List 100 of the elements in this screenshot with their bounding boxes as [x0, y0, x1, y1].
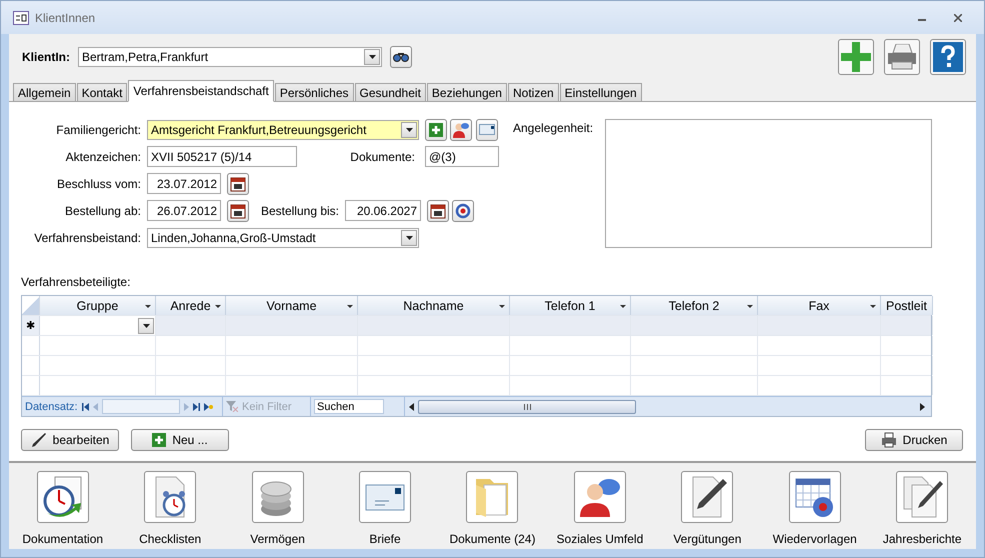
column-header[interactable]: Telefon 1 — [510, 296, 631, 315]
appointed-from-label: Bestellung ab: — [64, 204, 141, 218]
contact-button[interactable] — [450, 118, 472, 140]
appointed-until-field[interactable]: 20.06.2027 — [345, 200, 421, 221]
column-header[interactable]: Vorname — [226, 296, 358, 315]
client-label: KlientIn: — [22, 50, 70, 64]
tab[interactable]: Persönliches — [274, 83, 354, 102]
dropdown-arrow-icon — [368, 55, 376, 59]
edit-button[interactable]: bearbeiten — [21, 429, 119, 451]
sort-arrow-icon — [620, 305, 626, 308]
column-header[interactable]: Fax — [758, 296, 881, 315]
shortcut-label[interactable]: Briefe — [369, 532, 401, 546]
tab[interactable]: Kontakt — [76, 83, 128, 102]
new-button[interactable]: Neu ... — [131, 429, 229, 451]
shortcut-button[interactable] — [788, 471, 841, 523]
filter-icon — [226, 401, 238, 412]
court-label: Familiengericht: — [55, 122, 141, 136]
help-button[interactable] — [930, 39, 966, 75]
form-icon — [13, 10, 29, 24]
calendar-button[interactable] — [427, 200, 449, 222]
shortcut-label[interactable]: Dokumente (24) — [449, 532, 536, 546]
shortcut-button[interactable] — [36, 471, 89, 523]
calendar-button[interactable] — [227, 200, 249, 222]
tab[interactable]: Notizen — [508, 83, 559, 102]
last-record-icon[interactable] — [192, 402, 200, 410]
column-header[interactable]: Telefon 2 — [631, 296, 758, 315]
shortcut-label[interactable]: Dokumentation — [22, 532, 104, 546]
column-header[interactable]: Nachname — [358, 296, 510, 315]
plus-icon — [429, 122, 443, 136]
scroll-left-icon[interactable] — [409, 402, 414, 410]
documents-field[interactable]: @(3) — [425, 146, 499, 167]
column-header[interactable]: Anrede — [156, 296, 226, 315]
sort-arrow-icon — [215, 305, 221, 308]
shortcut-label[interactable]: Jahresberichte — [882, 532, 962, 546]
tab[interactable]: Verfahrensbeistandschaft — [128, 80, 274, 102]
sort-arrow-icon — [870, 305, 876, 308]
shortcut-label[interactable]: Checklisten — [139, 532, 202, 546]
shortcut-button[interactable] — [681, 471, 734, 523]
dropdown-button[interactable] — [364, 49, 380, 65]
file-number-field[interactable]: XVII 505217 (5)/14 — [147, 146, 297, 167]
envelope-icon — [479, 124, 495, 135]
file-number-label: Aktenzeichen: — [64, 150, 141, 164]
print-button[interactable]: Drucken — [865, 429, 963, 451]
person-icon — [453, 122, 469, 138]
shortcut-label[interactable]: Soziales Umfeld — [556, 532, 644, 546]
grip-icon — [524, 404, 530, 410]
sort-arrow-icon — [747, 305, 753, 308]
guardian-combo[interactable]: Linden,Johanna,Groß-Umstadt — [147, 228, 419, 248]
calendar-icon — [430, 202, 446, 218]
letter-button[interactable] — [476, 118, 498, 140]
record-label: Datensatz: — [25, 400, 78, 412]
column-header[interactable]: Postleit — [881, 296, 933, 315]
plus-icon — [152, 433, 166, 447]
printer-icon — [887, 44, 917, 70]
sort-arrow-icon — [347, 305, 353, 308]
decision-date-label: Beschluss vom: — [56, 176, 141, 190]
shortcut-button[interactable] — [144, 471, 196, 523]
renew-button[interactable] — [452, 200, 474, 222]
search-field[interactable]: Suchen — [314, 399, 384, 414]
calendar-icon — [230, 176, 246, 192]
court-combo[interactable]: Amtsgericht Frankfurt,Betreuungsgericht — [147, 120, 419, 140]
shortcut-label[interactable]: Vergütungen — [673, 532, 742, 546]
tab[interactable]: Gesundheit — [354, 83, 426, 102]
shortcut-label[interactable]: Vermögen — [250, 532, 305, 546]
dropdown-arrow-icon — [406, 128, 412, 132]
appointed-until-label: Bestellung bis: — [260, 204, 339, 218]
calendar-icon — [230, 202, 246, 218]
add-court-button[interactable] — [425, 118, 447, 140]
record-number-field[interactable] — [102, 399, 180, 414]
close-icon[interactable] — [954, 14, 962, 22]
matter-label: Angelegenheit: — [513, 121, 594, 137]
client-combo[interactable]: Bertram,Petra,Frankfurt — [78, 47, 382, 67]
calendar-button[interactable] — [227, 172, 249, 194]
scroll-thumb[interactable] — [418, 400, 636, 414]
dropdown-button[interactable] — [401, 230, 417, 246]
tab[interactable]: Beziehungen — [426, 83, 507, 102]
decision-date-field[interactable]: 23.07.2012 — [147, 173, 221, 194]
pencil-icon — [30, 432, 47, 448]
new-record-marker: ✱ — [26, 319, 35, 332]
shortcut-button[interactable] — [574, 471, 626, 523]
find-button[interactable] — [390, 46, 412, 68]
shortcut-button[interactable] — [896, 471, 948, 523]
printer-icon — [880, 432, 897, 448]
first-record-icon[interactable] — [82, 402, 89, 410]
tab[interactable]: Einstellungen — [560, 83, 642, 102]
print-button[interactable] — [884, 39, 920, 75]
dropdown-button[interactable] — [138, 318, 154, 334]
dropdown-arrow-icon — [142, 324, 150, 328]
scroll-right-icon[interactable] — [920, 402, 925, 410]
column-header[interactable]: Gruppe — [40, 296, 156, 315]
dropdown-button[interactable] — [401, 122, 417, 138]
tab[interactable]: Allgemein — [13, 83, 76, 102]
appointed-from-field[interactable]: 26.07.2012 — [147, 200, 221, 221]
participants-label: Verfahrensbeteiligte: — [21, 275, 132, 289]
new-record-icon[interactable] — [204, 402, 213, 410]
shortcut-label[interactable]: Wiedervorlagen — [772, 532, 857, 546]
add-button[interactable] — [838, 39, 874, 75]
window-title: KlientInnen — [35, 10, 96, 24]
minimize-icon[interactable] — [918, 19, 926, 22]
matter-field[interactable] — [605, 119, 932, 248]
